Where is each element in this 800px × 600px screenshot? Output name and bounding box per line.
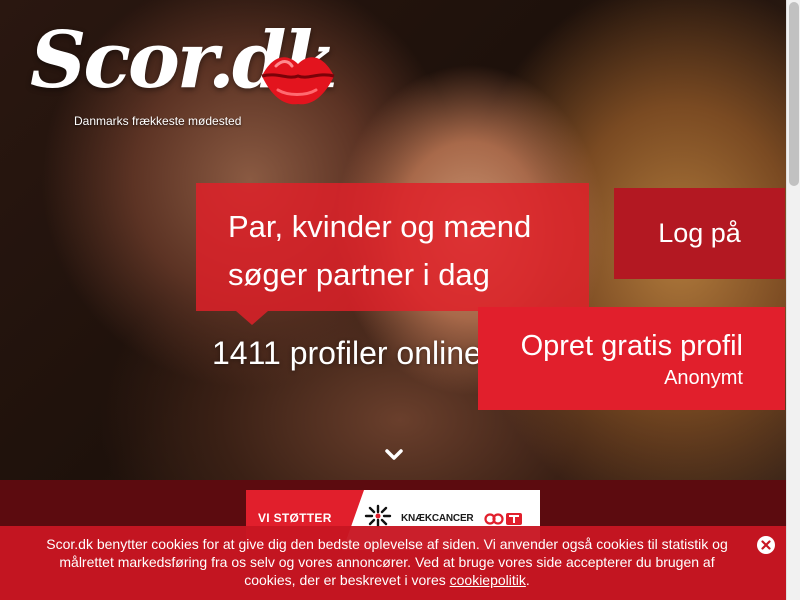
chevron-down-icon[interactable] xyxy=(384,448,404,462)
lips-icon xyxy=(261,57,335,105)
signup-sublabel: Anonymt xyxy=(664,367,743,389)
online-count: 1411 profiler online xyxy=(212,335,482,371)
cookie-banner: Scor.dk benytter cookies for at give dig… xyxy=(0,526,786,600)
headline-line-2: søger partner i dag xyxy=(228,257,490,292)
knaek-cancer-icon xyxy=(364,504,392,528)
headline-line-1: Par, kvinder og mænd xyxy=(228,209,532,244)
cookie-text-suffix: . xyxy=(525,572,530,588)
page-scrollbar[interactable] xyxy=(786,0,800,600)
close-glyph xyxy=(761,540,771,550)
scrollbar-thumb[interactable] xyxy=(789,2,799,186)
site-logo[interactable]: Scor.dk Danmarks frækkeste mødested xyxy=(30,22,350,132)
support-label: VI STØTTER xyxy=(258,511,332,525)
partner-name: KNÆKCANCER xyxy=(401,513,474,524)
tv2-icon xyxy=(484,513,522,525)
login-button[interactable]: Log på xyxy=(614,188,785,279)
tagline: Danmarks frækkeste mødested xyxy=(74,114,242,128)
close-icon[interactable] xyxy=(757,536,775,554)
cookie-policy-link[interactable]: cookiepolitik xyxy=(450,572,526,588)
hero-section: Scor.dk Danmarks frækkeste mødested Par,… xyxy=(0,0,786,480)
headline-pointer xyxy=(236,311,268,325)
signup-button[interactable]: Opret gratis profil Anonymt xyxy=(478,307,785,410)
headline-box: Par, kvinder og mænd søger partner i dag xyxy=(196,183,589,311)
signup-label: Opret gratis profil xyxy=(520,330,743,362)
cookie-text: Scor.dk benytter cookies for at give dig… xyxy=(46,536,728,588)
